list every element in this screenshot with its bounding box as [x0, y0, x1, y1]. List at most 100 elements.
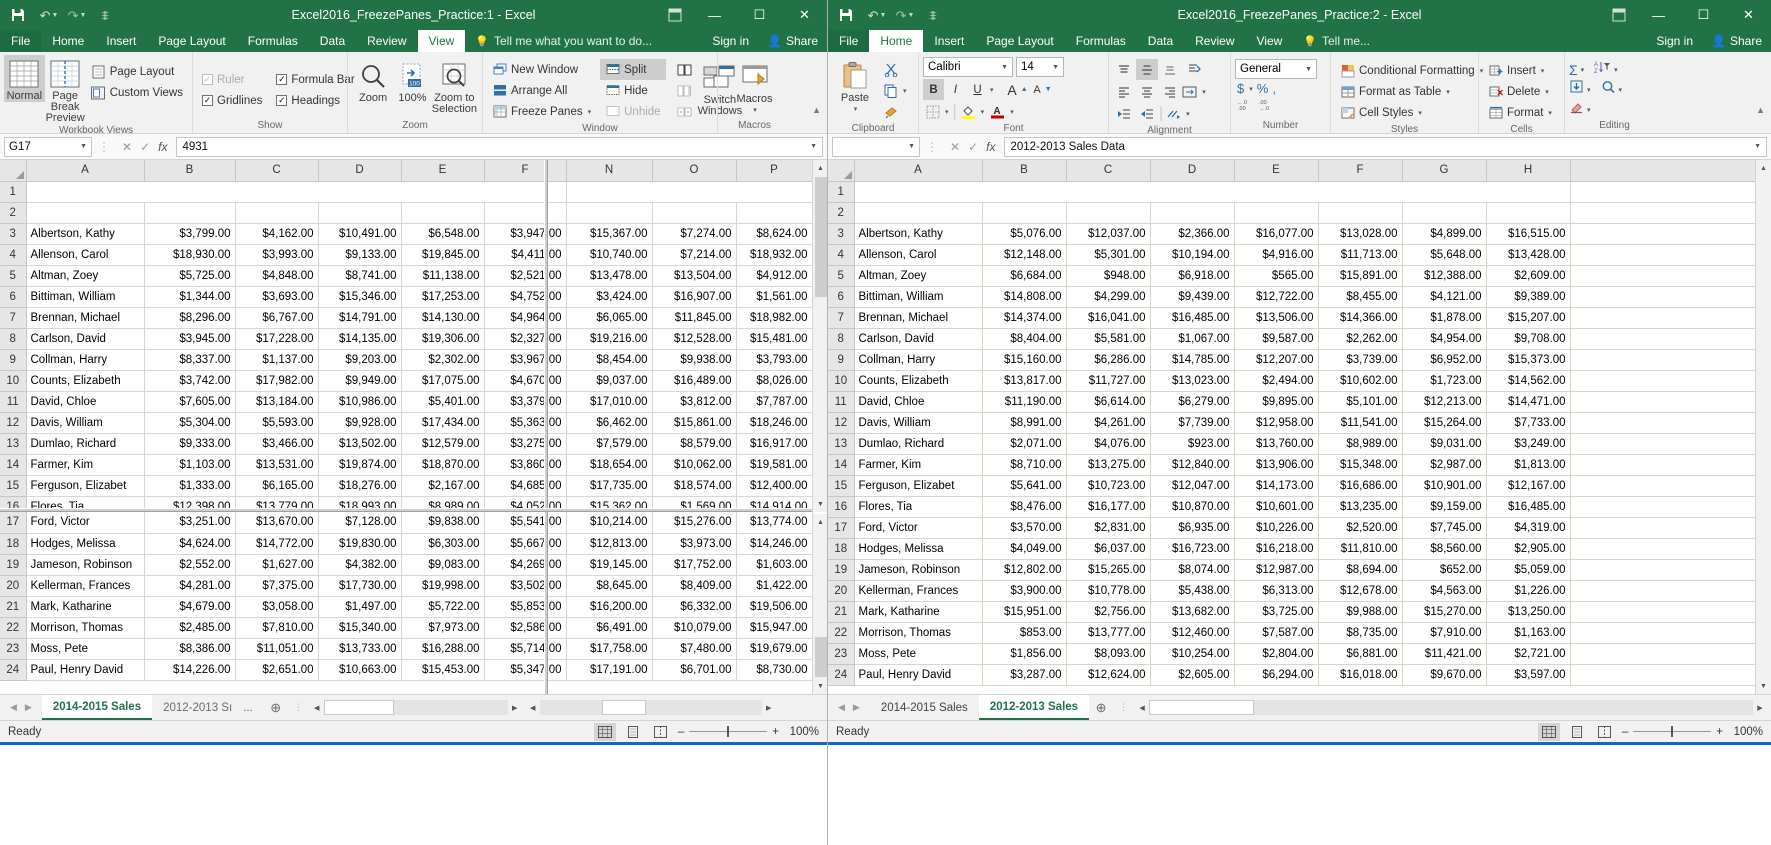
cell-value[interactable]: $15,367.00: [566, 223, 652, 244]
cell-value[interactable]: $11,713.00: [1318, 244, 1402, 265]
cell-value[interactable]: $8,645.00: [566, 575, 652, 596]
cell-value[interactable]: $6,303.00: [401, 533, 484, 554]
cell-value[interactable]: $19,874.00: [318, 454, 401, 475]
cell-value[interactable]: $9,133.00: [318, 244, 401, 265]
cell-value[interactable]: $4,752.00: [484, 286, 566, 307]
scrollbar-thumb[interactable]: [324, 700, 394, 715]
cell-empty[interactable]: [1570, 412, 1755, 433]
cell-value[interactable]: $15,348.00: [1318, 454, 1402, 475]
cell-value[interactable]: $12,840.00: [1150, 454, 1234, 475]
cell-value[interactable]: $17,191.00: [566, 659, 652, 680]
row-header-5[interactable]: 5: [0, 265, 26, 286]
comma-format-button[interactable]: ,: [1272, 81, 1276, 96]
row-header-19[interactable]: 19: [0, 554, 26, 575]
header-jan-2012[interactable]: Jan 2012: [982, 202, 1066, 223]
row-header-8[interactable]: 8: [828, 328, 854, 349]
sheet-title-spill-left[interactable]: [566, 181, 812, 202]
cell-value[interactable]: $13,733.00: [318, 638, 401, 659]
insert-function-button[interactable]: fx: [158, 140, 167, 154]
sheet-tab-2014-2015-sales-right[interactable]: 2014-2015 Sales: [870, 695, 979, 720]
cell-value[interactable]: $5,301.00: [1066, 244, 1150, 265]
align-left-button[interactable]: [1113, 81, 1135, 102]
share-button-left[interactable]: 👤 Share: [758, 34, 827, 48]
cell-value[interactable]: $1,497.00: [318, 596, 401, 617]
cell-value[interactable]: $15,346.00: [318, 286, 401, 307]
cell-value[interactable]: $14,562.00: [1486, 370, 1570, 391]
horizontal-scrollbar-left-pane2[interactable]: ◀ ▶: [526, 700, 776, 715]
cell-value[interactable]: $3,993.00: [235, 244, 318, 265]
autosum-button[interactable]: Σ: [1569, 62, 1578, 78]
tab-insert-left[interactable]: Insert: [95, 30, 147, 52]
row-header-22[interactable]: 22: [0, 617, 26, 638]
cell-value[interactable]: $10,601.00: [1234, 496, 1318, 517]
cell-salesperson[interactable]: Altman, Zoey: [26, 265, 144, 286]
cell-value[interactable]: $6,548.00: [401, 223, 484, 244]
worksheet-grid-left[interactable]: ▲ ▼ ▲ ▼ A: [0, 160, 828, 694]
cell-value[interactable]: $4,954.00: [1402, 328, 1486, 349]
cell-value[interactable]: $5,581.00: [1066, 328, 1150, 349]
cell-value[interactable]: $8,074.00: [1150, 559, 1234, 580]
align-top-button[interactable]: [1113, 59, 1135, 80]
cell-value[interactable]: $7,739.00: [1150, 412, 1234, 433]
cell-value[interactable]: $9,159.00: [1402, 496, 1486, 517]
cell-value[interactable]: $8,409.00: [652, 575, 736, 596]
cell-value[interactable]: $5,363.00: [484, 412, 566, 433]
cell-value[interactable]: $6,881.00: [1318, 643, 1402, 664]
cell-value[interactable]: $3,725.00: [1234, 601, 1318, 622]
zoom-slider-right[interactable]: – +: [1622, 726, 1723, 738]
formula-input-left[interactable]: 4931 ▼: [176, 137, 823, 157]
page-break-preview-status-button-right[interactable]: [1594, 723, 1616, 741]
sort-and-filter-button[interactable]: AZ: [1594, 60, 1611, 79]
cell-value[interactable]: $13,023.00: [1150, 370, 1234, 391]
col-header-N[interactable]: N: [566, 160, 652, 181]
header-jan-2015[interactable]: Jan 2015: [566, 202, 652, 223]
cell-value[interactable]: $10,491.00: [318, 223, 401, 244]
cell-value[interactable]: $16,041.00: [1066, 307, 1150, 328]
cell-empty[interactable]: [1570, 433, 1755, 454]
empty-header-cell-right[interactable]: [1570, 202, 1755, 223]
cell-empty[interactable]: [1570, 538, 1755, 559]
cell-salesperson[interactable]: Carlson, David: [854, 328, 982, 349]
cell-value[interactable]: $3,947.00: [484, 223, 566, 244]
header-mar-2014[interactable]: Mar 2014: [318, 202, 401, 223]
cell-value[interactable]: $10,723.00: [1066, 475, 1150, 496]
cell-value[interactable]: $2,521.00: [484, 265, 566, 286]
delete-cells-button[interactable]: Delete ▾: [1483, 81, 1557, 102]
cell-value[interactable]: $12,528.00: [652, 328, 736, 349]
cell-value[interactable]: $11,138.00: [401, 265, 484, 286]
currency-format-button[interactable]: $: [1237, 81, 1244, 96]
font-color-button[interactable]: A ▾: [988, 101, 1016, 122]
cell-empty[interactable]: [1570, 643, 1755, 664]
cell-value[interactable]: $13,478.00: [566, 265, 652, 286]
cell-value[interactable]: $16,515.00: [1486, 223, 1570, 244]
scroll-left-arrow[interactable]: ◀: [310, 704, 324, 712]
cell-empty[interactable]: [1570, 622, 1755, 643]
cell-value[interactable]: $8,337.00: [144, 349, 235, 370]
col-header-B[interactable]: B: [144, 160, 235, 181]
cell-value[interactable]: $14,246.00: [736, 533, 812, 554]
cell-salesperson[interactable]: Jameson, Robinson: [26, 554, 144, 575]
cell-value[interactable]: $4,382.00: [318, 554, 401, 575]
cell-salesperson[interactable]: Davis, William: [854, 412, 982, 433]
cell-value[interactable]: $5,641.00: [982, 475, 1066, 496]
cell-value[interactable]: $16,200.00: [566, 596, 652, 617]
cell-value[interactable]: $12,579.00: [401, 433, 484, 454]
chevron-down-icon[interactable]: ▾: [1249, 85, 1253, 93]
synchronous-scrolling-button[interactable]: [672, 80, 697, 101]
cell-value[interactable]: $4,912.00: [736, 265, 812, 286]
cell-value[interactable]: $15,373.00: [1486, 349, 1570, 370]
scroll-down-arrow[interactable]: ▼: [813, 496, 829, 512]
cell-empty[interactable]: [1570, 307, 1755, 328]
scroll-right-arrow[interactable]: ▶: [508, 704, 522, 712]
cell-value[interactable]: $11,051.00: [235, 638, 318, 659]
undo-button-right[interactable]: ↶▼: [864, 3, 890, 27]
cell-value[interactable]: $9,037.00: [566, 370, 652, 391]
cell-value[interactable]: $3,967.00: [484, 349, 566, 370]
cell-value[interactable]: $4,269.00: [484, 554, 566, 575]
freeze-panes-button[interactable]: Freeze Panes ▾: [487, 101, 596, 122]
fill-color-button[interactable]: ▾: [959, 101, 987, 122]
row-header-13[interactable]: 13: [0, 433, 26, 454]
scroll-down-arrow[interactable]: ▼: [813, 678, 829, 694]
cell-value[interactable]: $12,722.00: [1234, 286, 1318, 307]
cell-value[interactable]: $3,739.00: [1318, 349, 1402, 370]
